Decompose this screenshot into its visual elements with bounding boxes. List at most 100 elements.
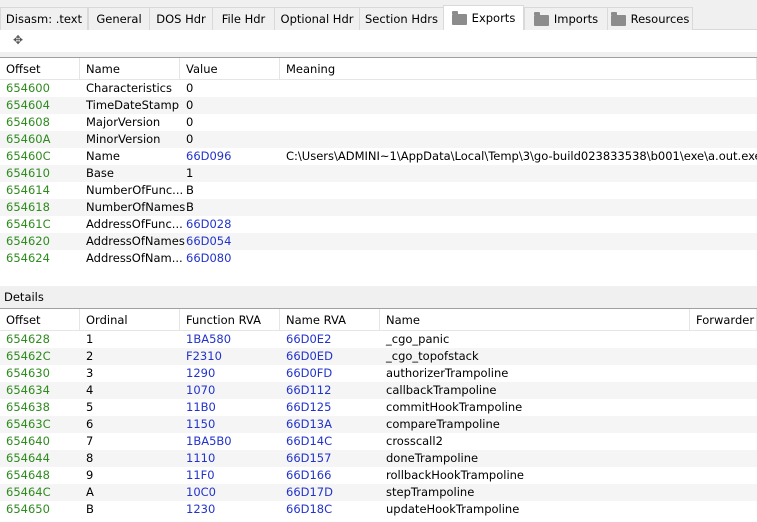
cell-offset: 654620: [6, 234, 50, 248]
tab-resources[interactable]: Resources: [607, 7, 693, 30]
cell-name: NumberOfNames: [86, 200, 186, 214]
table-row[interactable]: 654610 Base 1: [0, 165, 757, 182]
cell-offset: 654624: [6, 251, 50, 265]
cell-offset: 654614: [6, 183, 50, 197]
table-row[interactable]: 654634 4 1070 66D112 callbackTrampoline: [0, 382, 757, 399]
tab-label: General: [96, 12, 142, 26]
tab-disasm-text[interactable]: Disasm: .text: [0, 7, 88, 30]
cell-forwarder: [690, 484, 696, 501]
cell-name: doneTrampoline: [386, 451, 479, 465]
toolbar: ✥: [0, 30, 757, 52]
tab-optional-hdr[interactable]: Optional Hdr: [274, 7, 360, 30]
table-row[interactable]: 65463C 6 1150 66D13A compareTrampoline: [0, 416, 757, 433]
table-row[interactable]: 654620 AddressOfNames 66D054: [0, 233, 757, 250]
cell-name: Characteristics: [86, 81, 172, 95]
column-header[interactable]: Name: [80, 58, 180, 80]
cell-value: 0: [186, 115, 194, 129]
cell-ordinal: B: [86, 502, 94, 516]
cell-offset: 65464C: [6, 485, 51, 499]
table-row[interactable]: 65462C 2 F2310 66D0ED _cgo_topofstack: [0, 348, 757, 365]
cell-offset: 654630: [6, 366, 50, 380]
table-row[interactable]: 654638 5 11B0 66D125 commitHookTrampoline: [0, 399, 757, 416]
table-row[interactable]: 65460A MinorVersion 0: [0, 131, 757, 148]
tab-section-hdrs[interactable]: Section Hdrs: [359, 7, 444, 30]
column-header[interactable]: Value: [180, 58, 280, 80]
column-header[interactable]: Ordinal: [80, 309, 180, 331]
cell-offset: 65462C: [6, 349, 51, 363]
tab-file-hdr[interactable]: File Hdr: [212, 7, 275, 30]
cell-offset: 65460C: [6, 149, 51, 163]
cell-offset: 654650: [6, 502, 50, 516]
cell-func-rva: 1070: [186, 383, 216, 397]
cell-name: stepTrampoline: [386, 485, 475, 499]
tab-label: Disasm: .text: [5, 12, 83, 26]
cell-offset: 654610: [6, 166, 50, 180]
cell-value: 66D080: [186, 251, 232, 265]
cell-meaning: [280, 80, 286, 97]
cell-name-rva: 66D0FD: [286, 366, 333, 380]
table-row[interactable]: 654648 9 11F0 66D166 rollbackHookTrampoline: [0, 467, 757, 484]
tab-general[interactable]: General: [88, 7, 150, 30]
column-header[interactable]: Offset: [0, 58, 80, 80]
table-row[interactable]: 654650 B 1230 66D18C updateHookTrampoline: [0, 501, 757, 518]
cell-forwarder: [690, 450, 696, 467]
cell-name: authorizerTrampoline: [386, 366, 509, 380]
cell-forwarder: [690, 433, 696, 450]
cell-value: 66D096: [186, 149, 232, 163]
cell-forwarder: [690, 399, 696, 416]
table-row[interactable]: 65464C A 10C0 66D17D stepTrampoline: [0, 484, 757, 501]
cell-name: compareTrampoline: [386, 417, 500, 431]
cell-name: AddressOfNames: [86, 234, 185, 248]
column-header[interactable]: Name: [380, 309, 690, 331]
cell-offset: 654608: [6, 115, 50, 129]
tab-label: Resources: [630, 12, 690, 26]
tab-dos-hdr[interactable]: DOS Hdr: [149, 7, 213, 30]
table-row[interactable]: 654618 NumberOfNames B: [0, 199, 757, 216]
cell-value: B: [186, 200, 194, 214]
cell-offset: 65460A: [6, 132, 51, 146]
table-row[interactable]: 654600 Characteristics 0: [0, 80, 757, 97]
column-header[interactable]: Meaning: [280, 58, 757, 80]
column-header[interactable]: Forwarder: [690, 309, 757, 331]
table-row[interactable]: 654604 TimeDateStamp 0: [0, 97, 757, 114]
cell-offset: 654638: [6, 400, 50, 414]
table-row[interactable]: 654614 NumberOfFunc... B: [0, 182, 757, 199]
cell-name: commitHookTrampoline: [386, 400, 523, 414]
cell-offset: 65463C: [6, 417, 51, 431]
cell-meaning: [280, 199, 286, 216]
table-row[interactable]: 654640 7 1BA5B0 66D14C crosscall2: [0, 433, 757, 450]
cell-name: TimeDateStamp: [86, 98, 179, 112]
cell-func-rva: 1BA5B0: [186, 434, 232, 448]
cell-forwarder: [690, 348, 696, 365]
column-header[interactable]: Name RVA: [280, 309, 380, 331]
cell-meaning: C:\Users\ADMINI~1\AppData\Local\Temp\3\g…: [286, 149, 757, 163]
table-row[interactable]: 65461C AddressOfFunc... 66D028: [0, 216, 757, 233]
details-label: Details: [4, 290, 44, 304]
table-row[interactable]: 654624 AddressOfNam... 66D080: [0, 250, 757, 267]
cell-forwarder: [690, 331, 696, 348]
table-row[interactable]: 654644 8 1110 66D157 doneTrampoline: [0, 450, 757, 467]
cell-offset: 654628: [6, 332, 50, 346]
cell-value: 0: [186, 98, 194, 112]
table-row[interactable]: 654630 3 1290 66D0FD authorizerTrampoline: [0, 365, 757, 382]
cell-meaning: [280, 97, 286, 114]
cell-value: B: [186, 183, 194, 197]
table-row[interactable]: 654608 MajorVersion 0: [0, 114, 757, 131]
cell-name: MinorVersion: [86, 132, 161, 146]
table-row[interactable]: 654628 1 1BA580 66D0E2 _cgo_panic: [0, 331, 757, 348]
move-icon[interactable]: ✥: [11, 33, 25, 47]
cell-name-rva: 66D157: [286, 451, 332, 465]
cell-ordinal: 5: [86, 400, 94, 414]
cell-func-rva: 11F0: [186, 468, 215, 482]
tab-exports[interactable]: Exports: [443, 5, 524, 30]
cell-ordinal: 1: [86, 332, 94, 346]
cell-ordinal: 4: [86, 383, 94, 397]
column-header[interactable]: Function RVA: [180, 309, 280, 331]
table-header: Offset Name Value Meaning: [0, 58, 757, 80]
table-row[interactable]: 65460C Name 66D096 C:\Users\ADMINI~1\AppDat…: [0, 148, 757, 165]
cell-name-rva: 66D14C: [286, 434, 333, 448]
cell-name: Name: [86, 149, 120, 163]
tab-imports[interactable]: Imports: [524, 7, 608, 30]
column-header[interactable]: Offset: [0, 309, 80, 331]
exported-functions-table: Offset Ordinal Function RVA Name RVA Name For…: [0, 308, 757, 522]
